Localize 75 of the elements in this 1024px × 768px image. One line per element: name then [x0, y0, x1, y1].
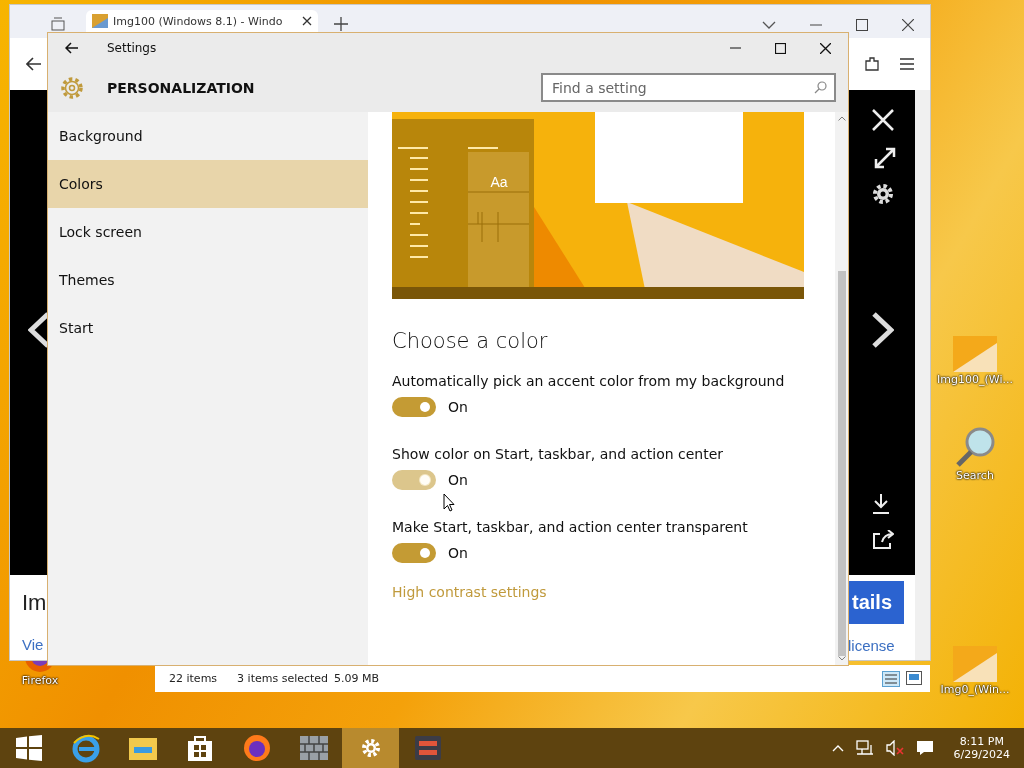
nav-item[interactable]: Colors — [48, 160, 368, 208]
brick-wall-icon — [298, 735, 329, 761]
browser-tab[interactable]: Img100 (Windows 8.1) - Windo — [86, 10, 318, 32]
chevron-left-icon[interactable] — [28, 312, 50, 348]
menu-icon[interactable] — [900, 58, 914, 70]
new-tab-icon[interactable] — [334, 17, 348, 31]
chevron-up-icon[interactable] — [831, 744, 844, 752]
share-icon[interactable] — [872, 530, 894, 550]
close-icon[interactable] — [902, 19, 914, 31]
download-icon[interactable] — [872, 494, 890, 514]
preview-tile-text: Aa — [490, 174, 508, 190]
toggle-knob[interactable] — [420, 402, 430, 412]
nav-item[interactable]: Themes — [48, 256, 368, 304]
picture-icon — [952, 645, 998, 683]
nav-item[interactable]: Lock screen — [48, 208, 368, 256]
store-bag-icon — [185, 733, 214, 763]
option-label: Make Start, taskbar, and action center transparent — [392, 519, 749, 535]
license-link[interactable]: license — [848, 637, 895, 654]
gear-icon — [60, 75, 84, 100]
toggle-knob[interactable] — [420, 548, 430, 558]
chevron-right-icon[interactable] — [872, 312, 894, 348]
search-field[interactable]: Find a setting — [541, 73, 836, 102]
nav-item[interactable]: Start — [48, 304, 368, 352]
clock[interactable]: 8:11 PM 6/29/2024 — [945, 735, 1024, 761]
windows-logo-icon — [15, 735, 42, 761]
toggle-switch[interactable] — [392, 470, 436, 490]
network-icon[interactable] — [855, 740, 874, 756]
picture-icon — [92, 14, 108, 28]
browser-e-icon — [70, 733, 101, 763]
clock-date: 6/29/2024 — [953, 748, 1010, 761]
selection-count: 3 items selected — [237, 672, 329, 685]
picture-icon — [952, 335, 998, 373]
toggle-switch[interactable] — [392, 397, 436, 417]
selection-size: 5.09 MB — [334, 672, 380, 685]
window-title: Settings — [107, 41, 157, 55]
firefox-icon — [241, 733, 272, 763]
search-icon — [814, 81, 827, 94]
page-heading: Im — [22, 590, 47, 615]
toggle-state: On — [448, 472, 468, 488]
section-title: PERSONALIZATION — [107, 79, 255, 96]
close-icon[interactable] — [820, 42, 831, 54]
toggle-state: On — [448, 545, 468, 561]
scrollbar[interactable] — [835, 112, 848, 665]
chevron-down-icon[interactable] — [762, 21, 776, 29]
muted-speaker-icon[interactable] — [885, 740, 904, 756]
folder-icon — [127, 735, 158, 761]
option-label: Show color on Start, taskbar, and action center — [392, 446, 725, 462]
gear-icon — [359, 737, 382, 759]
close-icon[interactable] — [302, 16, 312, 26]
maximize-icon[interactable] — [775, 42, 786, 54]
expand-icon[interactable] — [874, 147, 896, 169]
nav-item[interactable]: Background — [48, 112, 368, 160]
notification-icon[interactable] — [915, 740, 934, 756]
toggle-knob[interactable] — [420, 475, 430, 485]
toggle-switch[interactable] — [392, 543, 436, 563]
chevron-down-icon — [837, 656, 846, 661]
item-count: 22 items — [169, 672, 218, 685]
section-heading: Choose a color — [392, 329, 549, 353]
server-icon — [413, 735, 442, 761]
back-arrow-icon[interactable] — [65, 42, 79, 54]
option-label: Automatically pick an accent color from my background — [392, 373, 786, 389]
clock-time: 8:11 PM — [959, 735, 1004, 748]
view-link[interactable]: Vie — [22, 636, 44, 653]
mouse-pointer-icon — [443, 493, 455, 512]
tab-title: Img100 (Windows 8.1) - Windo — [113, 14, 284, 28]
details-view-icon[interactable] — [882, 670, 900, 687]
gear-icon[interactable] — [872, 183, 894, 205]
back-arrow-icon[interactable] — [26, 57, 42, 71]
thumbnail-view-icon[interactable] — [906, 670, 922, 685]
maximize-icon[interactable] — [856, 19, 868, 31]
toggle-state: On — [448, 399, 468, 415]
scrollbar[interactable] — [915, 90, 930, 660]
puzzle-piece-icon[interactable] — [864, 56, 880, 72]
details-button[interactable]: tails — [848, 581, 904, 624]
chevron-up-icon — [837, 116, 846, 121]
